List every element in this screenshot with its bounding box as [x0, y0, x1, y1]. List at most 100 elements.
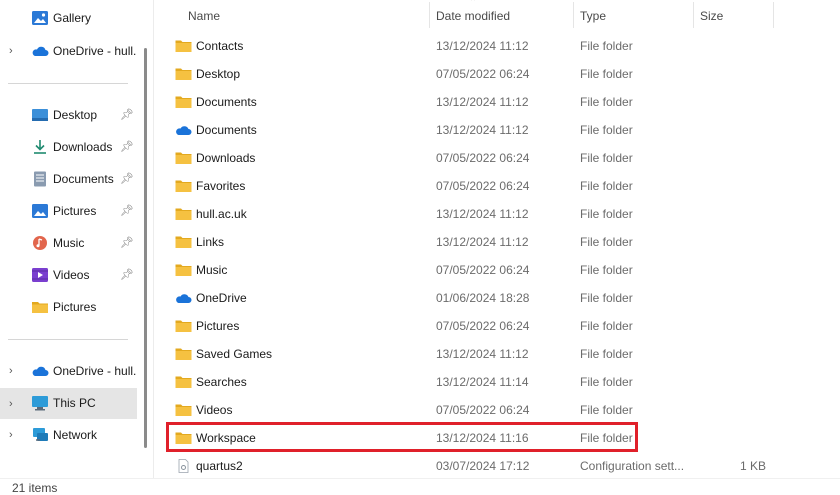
pin-icon[interactable]: 📌︎	[120, 172, 134, 186]
file-name[interactable]: Videos	[196, 403, 232, 417]
table-row[interactable]: OneDrive 01/06/2024 18:28 File folder	[168, 284, 840, 312]
chevron-right-icon[interactable]: ›	[9, 398, 19, 410]
file-date-modified: 13/12/2024 11:12	[436, 95, 529, 109]
table-row[interactable]: Documents 13/12/2024 11:12 File folder	[168, 116, 840, 144]
file-name[interactable]: Documents	[196, 123, 257, 137]
file-name[interactable]: Documents	[196, 95, 257, 109]
table-row[interactable]: Videos 07/05/2022 06:24 File folder	[168, 396, 840, 424]
sidebar-item-pictures-folder[interactable]: Pictures	[0, 293, 137, 321]
table-row[interactable]: Favorites 07/05/2022 06:24 File folder	[168, 172, 840, 200]
column-divider[interactable]	[429, 2, 430, 28]
sidebar-item-label: Documents	[53, 172, 114, 186]
gallery-icon	[32, 11, 48, 25]
sidebar-item-downloads[interactable]: Downloads 📌︎	[0, 133, 137, 161]
sidebar-item-onedrive[interactable]: › OneDrive - hull.	[0, 37, 137, 65]
column-header-date-modified[interactable]: Date modified	[436, 9, 510, 23]
pane-separator[interactable]	[153, 0, 154, 478]
sidebar-item-music[interactable]: Music 📌︎	[0, 229, 137, 257]
table-row[interactable]: Downloads 07/05/2022 06:24 File folder	[168, 144, 840, 172]
file-type: File folder	[580, 179, 633, 193]
videos-icon	[32, 268, 48, 282]
table-row[interactable]: quartus2 03/07/2024 17:12 Configuration se…	[168, 452, 840, 480]
file-type: File folder	[580, 375, 633, 389]
file-name[interactable]: Contacts	[196, 39, 243, 53]
file-name[interactable]: Favorites	[196, 179, 245, 193]
file-name[interactable]: hull.ac.uk	[196, 207, 247, 221]
table-row[interactable]: Pictures 07/05/2022 06:24 File folder	[168, 312, 840, 340]
chevron-right-icon[interactable]: ›	[9, 45, 19, 57]
sidebar-item-label: Desktop	[53, 108, 98, 122]
table-row[interactable]: hull.ac.uk 13/12/2024 11:12 File folder	[168, 200, 840, 228]
pin-icon[interactable]: 📌︎	[120, 268, 134, 282]
file-name[interactable]: Links	[196, 235, 224, 249]
file-type: File folder	[580, 403, 633, 417]
file-date-modified: 13/12/2024 11:12	[436, 207, 529, 221]
sidebar-item-label: OneDrive - hull.	[53, 44, 137, 58]
file-date-modified: 13/12/2024 11:12	[436, 235, 529, 249]
folder-icon	[175, 264, 192, 276]
sidebar-item-label: Pictures	[53, 204, 97, 218]
config-file-icon	[178, 459, 189, 473]
this-pc-icon	[32, 396, 48, 411]
document-icon	[34, 171, 46, 187]
pin-icon[interactable]: 📌︎	[120, 204, 134, 218]
sidebar-item-desktop[interactable]: Desktop 📌︎	[0, 101, 137, 129]
column-divider[interactable]	[693, 2, 694, 28]
file-date-modified: 01/06/2024 18:28	[436, 291, 530, 305]
chevron-right-icon[interactable]: ›	[9, 365, 19, 377]
file-type: File folder	[580, 123, 633, 137]
pin-icon[interactable]: 📌︎	[120, 236, 134, 250]
file-name[interactable]: Searches	[196, 375, 247, 389]
sidebar-divider	[8, 83, 128, 84]
sidebar-scrollbar[interactable]	[144, 48, 147, 448]
column-header-size[interactable]: Size	[700, 9, 723, 23]
status-bar-divider	[0, 478, 840, 479]
file-name[interactable]: Downloads	[196, 151, 255, 165]
table-row[interactable]: Contacts 13/12/2024 11:12 File folder	[168, 32, 840, 60]
sidebar-item-videos[interactable]: Videos 📌︎	[0, 261, 137, 289]
file-name[interactable]: Saved Games	[196, 347, 272, 361]
pin-icon[interactable]: 📌︎	[120, 140, 134, 154]
file-type: File folder	[580, 151, 633, 165]
file-date-modified: 07/05/2022 06:24	[436, 151, 530, 165]
file-name[interactable]: OneDrive	[196, 291, 247, 305]
sidebar-item-documents[interactable]: Documents 📌︎	[0, 165, 137, 193]
folder-icon	[175, 96, 192, 108]
desktop-icon	[32, 109, 48, 121]
file-name[interactable]: Desktop	[196, 67, 240, 81]
pin-icon[interactable]: 📌︎	[120, 108, 134, 122]
file-date-modified: 03/07/2024 17:12	[436, 459, 530, 473]
sidebar-item-label: Pictures	[53, 300, 97, 314]
file-type: File folder	[580, 347, 633, 361]
table-row[interactable]: Saved Games 13/12/2024 11:12 File folder	[168, 340, 840, 368]
column-header-name[interactable]: Name	[188, 9, 220, 23]
folder-icon	[175, 152, 192, 164]
folder-icon	[32, 302, 48, 313]
file-name[interactable]: Pictures	[196, 319, 239, 333]
chevron-right-icon[interactable]: ›	[9, 429, 19, 441]
sidebar-item-onedrive-2[interactable]: › OneDrive - hull.	[0, 357, 137, 385]
file-name[interactable]: Music	[196, 263, 227, 277]
pictures-icon	[32, 204, 48, 218]
sidebar-item-label: Music	[53, 236, 85, 250]
column-header-row: ⌃ Name Date modified Type Size	[168, 0, 840, 30]
file-type: File folder	[580, 291, 633, 305]
table-row[interactable]: Searches 13/12/2024 11:14 File folder	[168, 368, 840, 396]
sidebar-item-network[interactable]: › Network	[0, 421, 137, 449]
column-divider[interactable]	[573, 2, 574, 28]
column-divider[interactable]	[773, 2, 774, 28]
table-row[interactable]: Music 07/05/2022 06:24 File folder	[168, 256, 840, 284]
download-arrow-icon	[34, 140, 46, 154]
file-date-modified: 13/12/2024 11:12	[436, 347, 529, 361]
table-row[interactable]: Desktop 07/05/2022 06:24 File folder	[168, 60, 840, 88]
table-row[interactable]: Links 13/12/2024 11:12 File folder	[168, 228, 840, 256]
folder-icon	[175, 320, 192, 332]
sidebar-item-this-pc[interactable]: › This PC	[0, 388, 137, 419]
network-icon	[33, 428, 48, 441]
sidebar-divider	[8, 339, 128, 340]
sidebar-item-gallery[interactable]: Gallery	[0, 4, 137, 32]
file-name[interactable]: quartus2	[196, 459, 243, 473]
sidebar-item-pictures[interactable]: Pictures 📌︎	[0, 197, 137, 225]
column-header-type[interactable]: Type	[580, 9, 606, 23]
table-row[interactable]: Documents 13/12/2024 11:12 File folder	[168, 88, 840, 116]
